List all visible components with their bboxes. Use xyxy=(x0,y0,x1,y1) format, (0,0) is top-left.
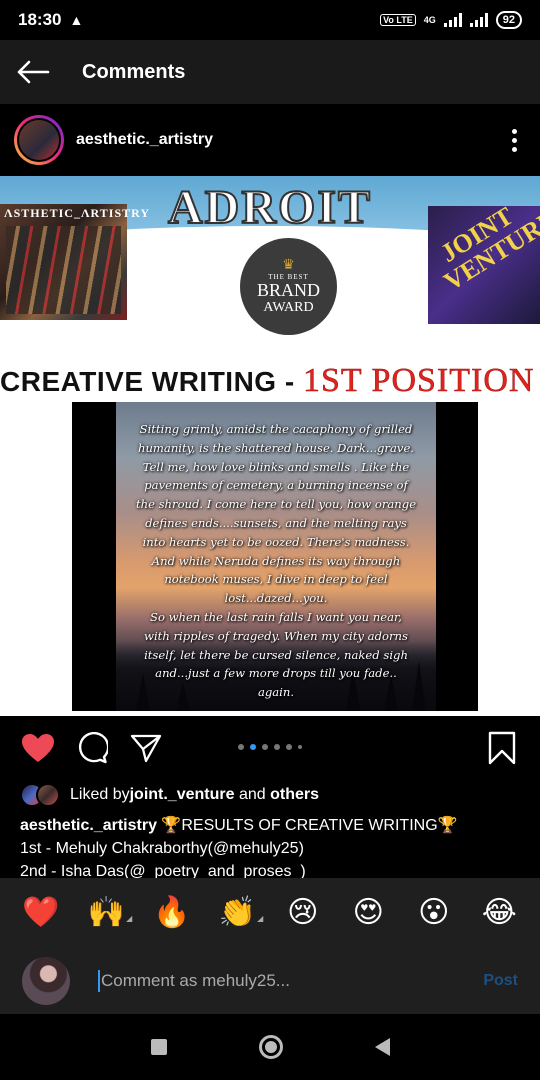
carousel-dot xyxy=(238,744,244,750)
emoji-glyph: 🙌 xyxy=(87,895,125,930)
caption-text: 🏆RESULTS OF CREATIVE WRITING🏆 xyxy=(156,817,458,834)
right-thumbnail-label: JOINT VENTURE xyxy=(435,201,540,297)
poem-line: Sitting grimly, amidst the cacaphony of … xyxy=(139,422,413,436)
comment-input[interactable]: Comment as mehuly25... xyxy=(98,970,464,992)
app-header: Comments xyxy=(0,40,540,104)
post-caption: aesthetic._artistry 🏆RESULTS OF CREATIVE… xyxy=(20,814,530,883)
poem-line: Tell me, how love blinks and smells . Li… xyxy=(142,459,410,474)
status-bar: 18:30 ▲ Vo LTE 4G 92 xyxy=(0,0,540,40)
poem-line: itself, let there be cursed silence, nak… xyxy=(144,647,408,662)
artwork-image xyxy=(6,226,121,314)
result-position: 1ST POSITION xyxy=(302,362,535,400)
signal-icon-2 xyxy=(469,13,488,27)
home-button[interactable] xyxy=(258,1035,283,1059)
left-thumbnail: ΛSTHETIC_ΛRTISTRY xyxy=(0,204,149,320)
emoji-crying-button[interactable]: 😢 xyxy=(281,898,325,928)
poem-card: Sitting grimly, amidst the cacaphony of … xyxy=(116,402,436,711)
caption-line: 1st - Mehuly Chakraborthy(@mehuly25) xyxy=(20,840,304,857)
action-bar xyxy=(0,716,540,780)
likes-row[interactable]: Liked by joint._venture and others xyxy=(20,780,319,810)
carousel-dot xyxy=(298,745,302,749)
result-heading: CREATIVE WRITING - 1ST POSITION xyxy=(0,362,540,400)
award-line-1: BRAND xyxy=(256,279,320,300)
emoji-heart-eyes-button[interactable]: 😍 xyxy=(346,898,390,928)
post-image[interactable]: ADROIT ΛSTHETIC_ΛRTISTRY JOINT VENTURE ♛… xyxy=(0,176,540,716)
carousel-dot xyxy=(262,744,268,750)
carousel-indicator xyxy=(0,744,540,750)
avatar xyxy=(36,783,60,807)
poem-line: with ripples of tragedy. When my city ad… xyxy=(144,628,408,643)
post-comment-button[interactable]: Post xyxy=(464,972,518,990)
poem-line: into hearts yet to be oozed. There's mad… xyxy=(142,534,410,549)
poem-text: Sitting grimly, amidst the cacaphony of … xyxy=(124,420,428,702)
poem-line: And while Neruda defines its way through xyxy=(151,553,401,568)
arrow-left-icon xyxy=(17,60,50,84)
emoji-glyph: 👏 xyxy=(218,895,256,930)
back-button[interactable] xyxy=(0,40,66,104)
likes-user[interactable]: joint._venture xyxy=(130,786,235,804)
more-options-button[interactable] xyxy=(502,128,526,152)
carousel-dot-active xyxy=(250,744,256,750)
post-username[interactable]: aesthetic._artistry xyxy=(76,131,213,149)
result-category: CREATIVE WRITING - xyxy=(0,366,303,397)
poem-line: pavements of cemetery, a burning incense… xyxy=(144,478,408,493)
carousel-dot xyxy=(286,744,292,750)
left-thumbnail-label: ΛSTHETIC_ΛRTISTRY xyxy=(4,206,151,220)
battery-icon: 92 xyxy=(495,11,522,29)
poem-line: defines ends....sunsets, and the melting… xyxy=(145,515,407,530)
notification-icon: ▲ xyxy=(69,12,84,28)
likes-others[interactable]: others xyxy=(270,786,319,804)
status-indicators: Vo LTE 4G 92 xyxy=(380,11,522,29)
comment-bar: Comment as mehuly25... Post xyxy=(0,948,540,1014)
recents-button[interactable] xyxy=(150,1039,167,1055)
poem-line: So when the last rain falls I want you n… xyxy=(150,609,402,624)
post-avatar[interactable] xyxy=(14,115,64,165)
emoji-heart-button[interactable]: ❤️ xyxy=(19,898,63,928)
award-line-2: AWARD xyxy=(263,299,314,315)
post-header: aesthetic._artistry xyxy=(0,104,540,176)
emoji-surprised-button[interactable]: 😮 xyxy=(412,898,456,928)
poem-line: notebook muses, I dive in deep to feel xyxy=(164,572,388,587)
crown-icon: ♛ xyxy=(282,257,295,273)
avatar xyxy=(22,957,70,1005)
poem-line: the shroud. I come here to tell you, how… xyxy=(135,497,417,512)
status-time: 18:30 xyxy=(18,10,62,29)
right-thumbnail: JOINT VENTURE xyxy=(428,201,540,324)
poem-line: again. xyxy=(257,685,295,700)
signal-icon xyxy=(443,13,462,27)
poem-line: and...just a few more drops till you fad… xyxy=(155,666,397,681)
network-type: 4G xyxy=(423,15,436,25)
poem-line: humanity, is the shattered house. Dark..… xyxy=(138,440,414,455)
likes-prefix: Liked by xyxy=(70,786,130,803)
caption-username[interactable]: aesthetic._artistry xyxy=(20,817,157,834)
emoji-fire-button[interactable]: 🔥 xyxy=(150,898,194,928)
system-back-button[interactable] xyxy=(374,1038,390,1056)
likes-middle: and xyxy=(234,786,271,803)
emoji-laughing-button[interactable]: 😂 xyxy=(477,898,521,928)
avatar-image xyxy=(17,118,61,162)
corner-triangle-icon: ◢ xyxy=(126,914,133,923)
carousel-dot xyxy=(274,744,280,750)
page-title: Comments xyxy=(82,60,186,83)
corner-triangle-icon: ◢ xyxy=(257,914,264,923)
poem-line: lost...dazed...you. xyxy=(224,591,328,606)
emoji-clap-button[interactable]: 👏 ◢ xyxy=(215,895,264,930)
poem-frame: Sitting grimly, amidst the cacaphony of … xyxy=(72,402,478,711)
lte-badge: Vo LTE xyxy=(380,14,416,26)
liker-avatars xyxy=(20,783,60,807)
award-badge: ♛ THE BEST BRAND AWARD xyxy=(240,238,337,335)
emoji-raised-hands-button[interactable]: 🙌 ◢ xyxy=(84,895,133,930)
emoji-bar: ❤️ 🙌 ◢ 🔥 👏 ◢ 😢 😍 😮 😂 xyxy=(0,878,540,948)
system-nav-bar xyxy=(0,1014,540,1080)
